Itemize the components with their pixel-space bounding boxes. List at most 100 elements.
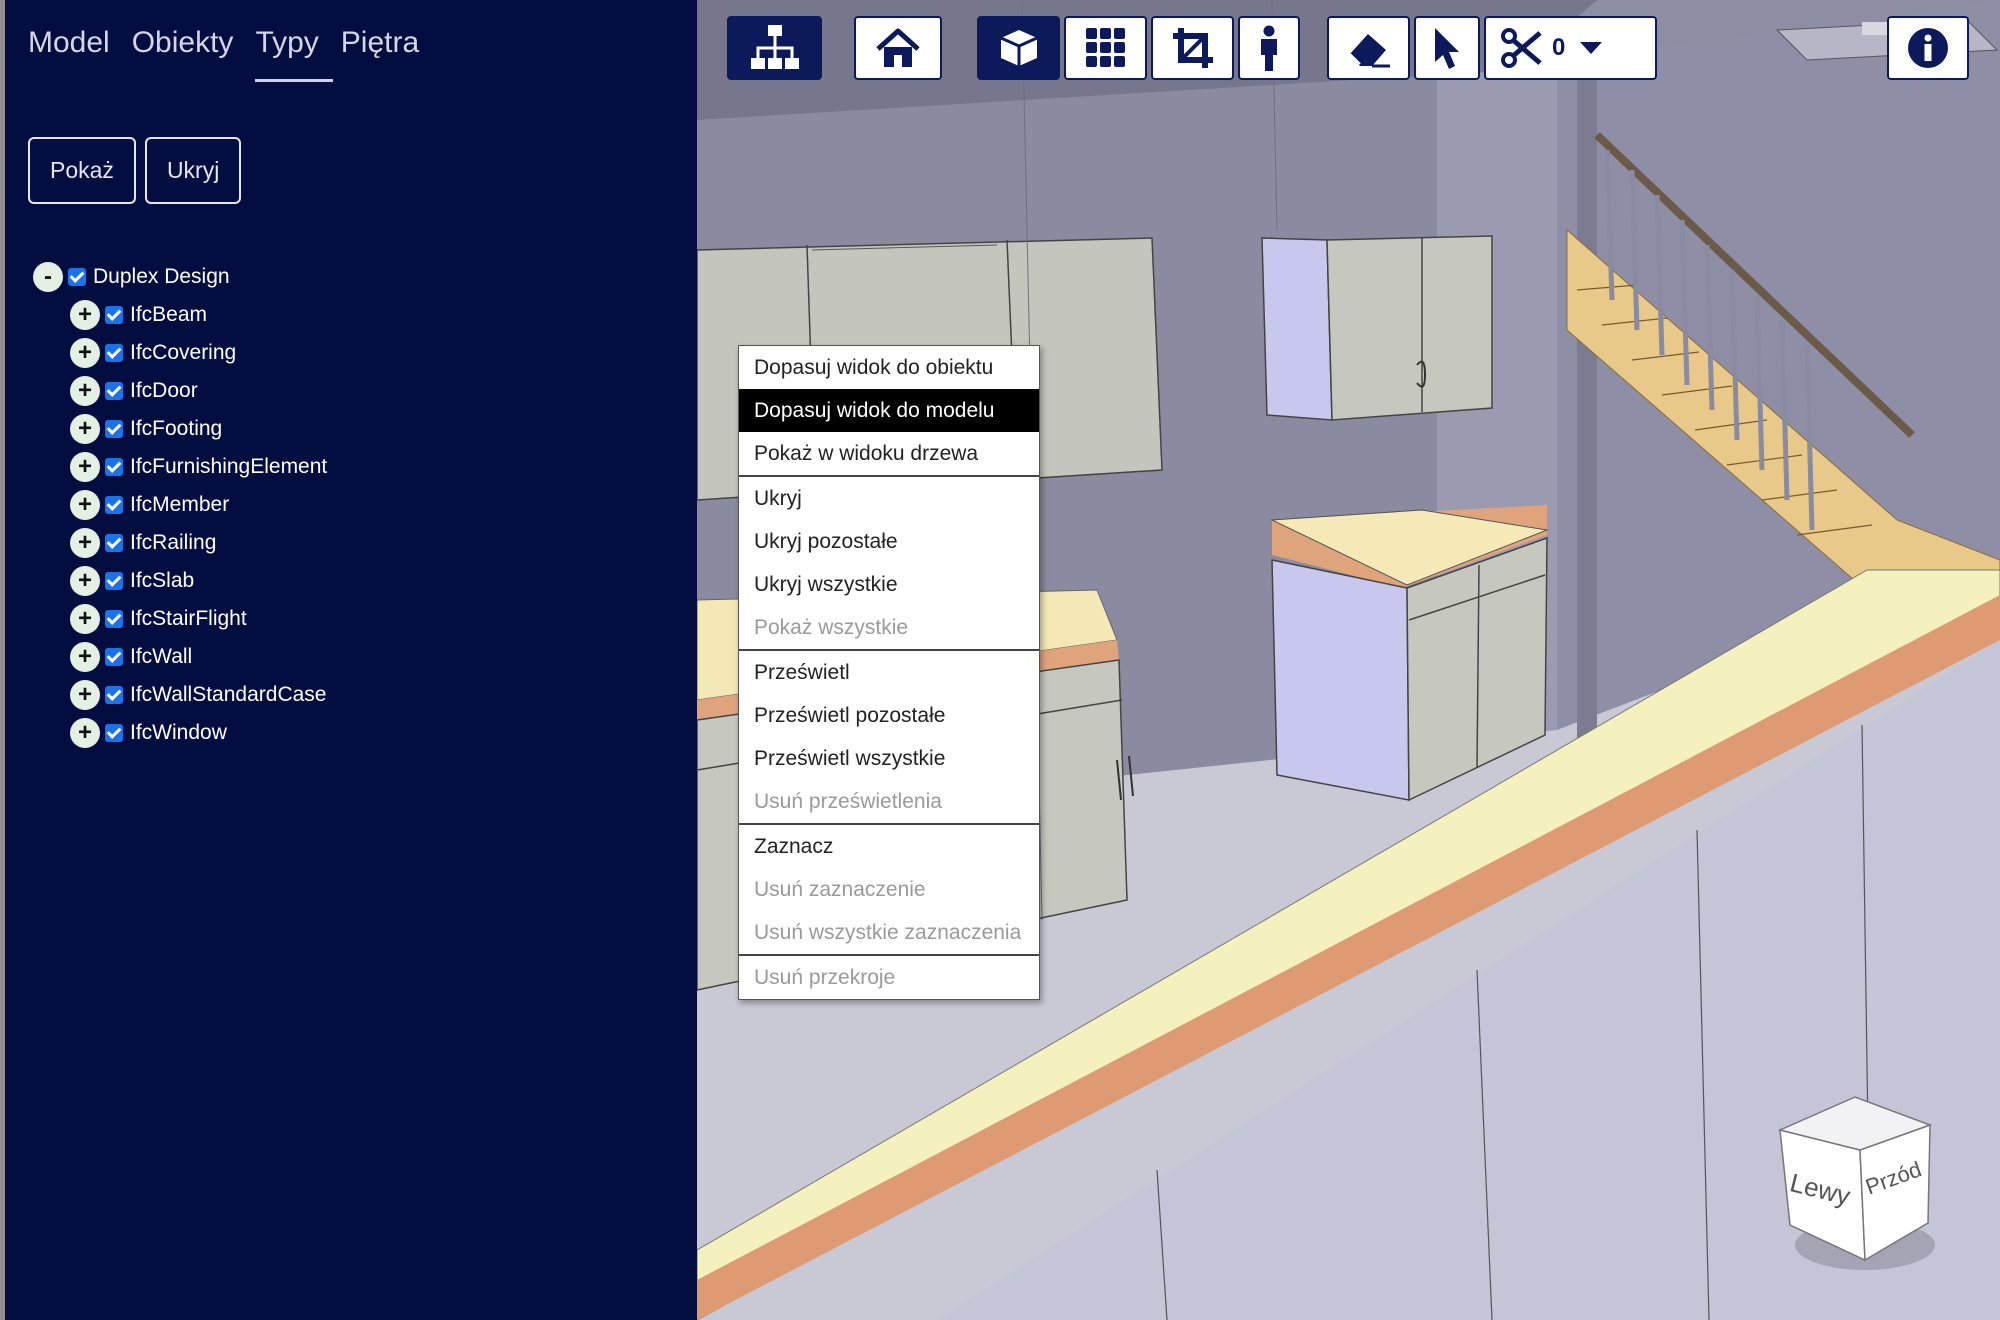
info-button[interactable]: [1887, 16, 1969, 80]
tree-checkbox[interactable]: [105, 306, 123, 324]
tree-node-label[interactable]: IfcWindow: [130, 721, 227, 745]
expand-toggle[interactable]: +: [70, 718, 100, 748]
navigation-cube[interactable]: Lewy Przód: [1770, 1095, 1950, 1275]
sitemap-icon: [750, 25, 799, 69]
orthographic-button[interactable]: [1064, 16, 1147, 80]
hide-button[interactable]: Ukryj: [144, 137, 242, 204]
tree-node: + IfcCovering: [70, 334, 327, 372]
tree-node: + IfcSlab: [70, 562, 327, 600]
tree-checkbox[interactable]: [105, 420, 123, 438]
tab-types[interactable]: Typy: [255, 26, 334, 82]
expand-toggle[interactable]: +: [70, 338, 100, 368]
type-tree: - Duplex Design + IfcBeam + IfcCovering + I…: [33, 258, 327, 752]
tree-node: + IfcWallStandardCase: [70, 676, 327, 714]
pointer-icon: [1435, 28, 1459, 69]
tree-node-label[interactable]: IfcFurnishingElement: [130, 455, 327, 479]
tree-node: + IfcDoor: [70, 372, 327, 410]
expand-toggle[interactable]: +: [70, 528, 100, 558]
tab-objects[interactable]: Obiekty: [132, 26, 234, 80]
tree-node: + IfcWindow: [70, 714, 327, 752]
tree-node-label[interactable]: IfcDoor: [130, 379, 198, 403]
tree-checkbox[interactable]: [105, 496, 123, 514]
collapse-toggle[interactable]: -: [33, 262, 63, 292]
expand-toggle[interactable]: +: [70, 300, 100, 330]
home-icon: [876, 28, 920, 67]
person-icon: [1261, 25, 1277, 71]
visibility-buttons: Pokaż Ukryj: [28, 137, 242, 204]
info-icon: [1908, 28, 1948, 68]
tree-checkbox[interactable]: [105, 724, 123, 742]
tree-node-root: - Duplex Design: [33, 258, 327, 296]
grid-icon: [1085, 28, 1125, 67]
tree-node: + IfcRailing: [70, 524, 327, 562]
tree-checkbox[interactable]: [105, 572, 123, 590]
tree-checkbox[interactable]: [105, 610, 123, 628]
tree-checkbox[interactable]: [68, 268, 86, 286]
expand-toggle[interactable]: +: [70, 642, 100, 672]
cube-icon: [999, 30, 1038, 66]
first-person-button[interactable]: [1238, 16, 1300, 80]
menu-item-deselect[interactable]: Usuń zaznaczenie: [739, 868, 1039, 911]
section-count: 0: [1552, 34, 1566, 61]
tree-checkbox[interactable]: [105, 534, 123, 552]
menu-item-hide-all[interactable]: Ukryj wszystkie: [739, 563, 1039, 606]
menu-item-hide-others[interactable]: Ukryj pozostałe: [739, 520, 1039, 563]
tree-node-label[interactable]: IfcMember: [130, 493, 229, 517]
tree-node-label[interactable]: IfcCovering: [130, 341, 236, 365]
expand-toggle[interactable]: +: [70, 566, 100, 596]
tab-storeys[interactable]: Piętra: [341, 26, 419, 80]
expand-toggle[interactable]: +: [70, 376, 100, 406]
tree-checkbox[interactable]: [105, 382, 123, 400]
tree-node: + IfcFurnishingElement: [70, 448, 327, 486]
tree-node: + IfcStairFlight: [70, 600, 327, 638]
tree-node: + IfcBeam: [70, 296, 327, 334]
tree-node-label[interactable]: IfcWall: [130, 645, 192, 669]
tree-checkbox[interactable]: [105, 686, 123, 704]
menu-item-xray-all[interactable]: Prześwietl wszystkie: [739, 737, 1039, 780]
section-plane-dropdown[interactable]: 0: [1484, 16, 1657, 80]
menu-item-xray-others[interactable]: Prześwietl pozostałe: [739, 694, 1039, 737]
caret-down-icon: [1580, 42, 1603, 54]
tree-node: + IfcMember: [70, 486, 327, 524]
menu-item-select[interactable]: Zaznacz: [739, 825, 1039, 868]
menu-item-xray[interactable]: Prześwietl: [739, 651, 1039, 694]
tree-node-label[interactable]: IfcRailing: [130, 531, 216, 555]
tab-model[interactable]: Model: [28, 26, 110, 80]
home-button[interactable]: [854, 16, 942, 80]
scissors-icon: [1501, 28, 1542, 68]
menu-item-clear-sections[interactable]: Usuń przekroje: [739, 956, 1039, 999]
menu-item-clear-selection[interactable]: Usuń wszystkie zaznaczenia: [739, 911, 1039, 954]
tree-node-label[interactable]: IfcBeam: [130, 303, 207, 327]
menu-item-fit-object[interactable]: Dopasuj widok do obiektu: [739, 346, 1039, 389]
tree-node: + IfcWall: [70, 638, 327, 676]
tree-node-label[interactable]: IfcWallStandardCase: [130, 683, 326, 707]
tab-bar: Model Obiekty Typy Piętra: [28, 26, 419, 82]
expand-toggle[interactable]: +: [70, 680, 100, 710]
expand-toggle[interactable]: +: [70, 414, 100, 444]
expand-toggle[interactable]: +: [70, 604, 100, 634]
menu-item-clear-xray[interactable]: Usuń prześwietlenia: [739, 780, 1039, 823]
show-button[interactable]: Pokaż: [28, 137, 136, 204]
sidebar: Model Obiekty Typy Piętra Pokaż Ukryj - …: [0, 0, 697, 1320]
tree-checkbox[interactable]: [105, 648, 123, 666]
expand-toggle[interactable]: +: [70, 452, 100, 482]
menu-item-show-in-tree[interactable]: Pokaż w widoku drzewa: [739, 432, 1039, 475]
crop-icon: [1172, 28, 1213, 68]
expand-toggle[interactable]: +: [70, 490, 100, 520]
menu-item-fit-model[interactable]: Dopasuj widok do modelu: [739, 389, 1039, 432]
tree-node-label[interactable]: Duplex Design: [93, 265, 230, 289]
tree-node-label[interactable]: IfcSlab: [130, 569, 194, 593]
tree-node: + IfcFooting: [70, 410, 327, 448]
tree-node-label[interactable]: IfcFooting: [130, 417, 222, 441]
tree-checkbox[interactable]: [105, 458, 123, 476]
clear-button[interactable]: [1327, 16, 1410, 80]
tree-view-button[interactable]: [727, 16, 822, 80]
eraser-icon: [1348, 34, 1390, 68]
perspective-button[interactable]: [977, 16, 1060, 80]
tree-node-label[interactable]: IfcStairFlight: [130, 607, 247, 631]
section-box-button[interactable]: [1151, 16, 1234, 80]
menu-item-show-all[interactable]: Pokaż wszystkie: [739, 606, 1039, 649]
menu-item-hide[interactable]: Ukryj: [739, 477, 1039, 520]
tree-checkbox[interactable]: [105, 344, 123, 362]
select-button[interactable]: [1414, 16, 1480, 80]
